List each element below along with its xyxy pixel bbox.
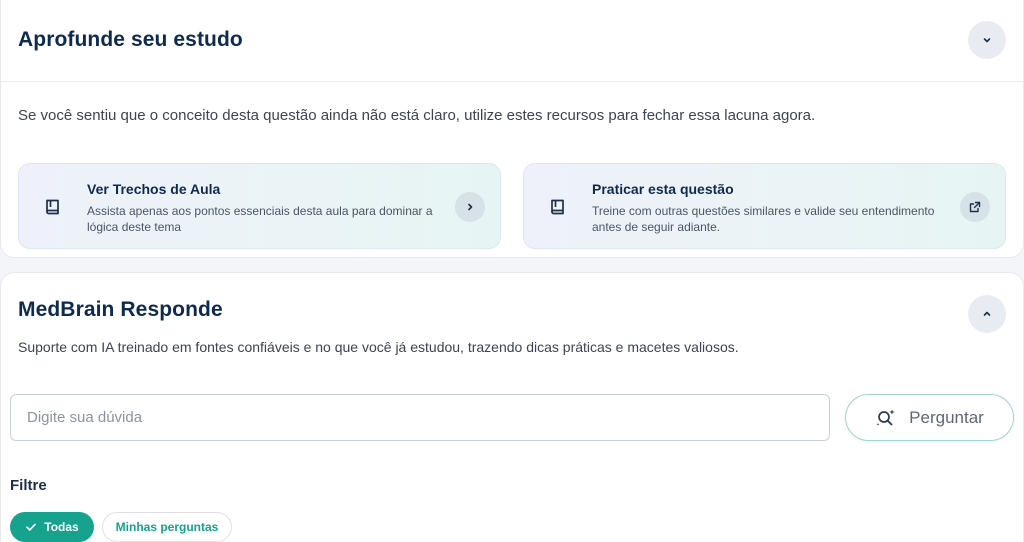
- book-icon: [46, 199, 59, 215]
- study-description: Se você sentiu que o conceito desta ques…: [18, 107, 816, 124]
- filter-label: Filtre: [10, 477, 47, 494]
- chevron-right-icon: [468, 203, 473, 211]
- resource-title: Praticar esta questão: [592, 181, 734, 197]
- medbrain-title: MedBrain Responde: [18, 298, 223, 321]
- filter-chip-label: Minhas perguntas: [115, 520, 219, 534]
- ask-button-label: Perguntar: [909, 407, 984, 427]
- resource-card-practice-question[interactable]: Praticar esta questão Treine com outras …: [523, 163, 1006, 249]
- check-icon: [26, 523, 37, 531]
- filter-chip-label: Todas: [44, 520, 79, 534]
- open-practice-question-button[interactable]: [960, 192, 990, 222]
- resource-description: Assista apenas aos pontos essenciais des…: [87, 204, 433, 234]
- filter-chip-all[interactable]: Todas: [10, 512, 94, 542]
- study-divider: [0, 81, 1024, 82]
- study-title: Aprofunde seu estudo: [18, 28, 243, 51]
- book-icon: [551, 199, 564, 215]
- chevron-down-icon: [983, 38, 991, 43]
- ai-search-icon: [876, 409, 895, 426]
- resource-card-lesson-excerpts[interactable]: Ver Trechos de Aula Assista apenas aos p…: [18, 163, 501, 249]
- external-link-icon: [969, 201, 981, 213]
- resource-title: Ver Trechos de Aula: [87, 181, 221, 197]
- open-lesson-excerpts-button[interactable]: [455, 192, 485, 222]
- study-collapse-button[interactable]: [968, 21, 1006, 59]
- medbrain-collapse-button[interactable]: [968, 295, 1006, 333]
- filter-chip-my-questions[interactable]: Minhas perguntas: [102, 512, 232, 542]
- medbrain-description: Suporte com IA treinado em fontes confiá…: [18, 339, 739, 355]
- chevron-up-icon: [983, 311, 991, 316]
- question-input[interactable]: [10, 394, 830, 441]
- ask-button[interactable]: Perguntar: [845, 394, 1014, 441]
- resource-description: Treine com outras questões similares e v…: [592, 204, 935, 234]
